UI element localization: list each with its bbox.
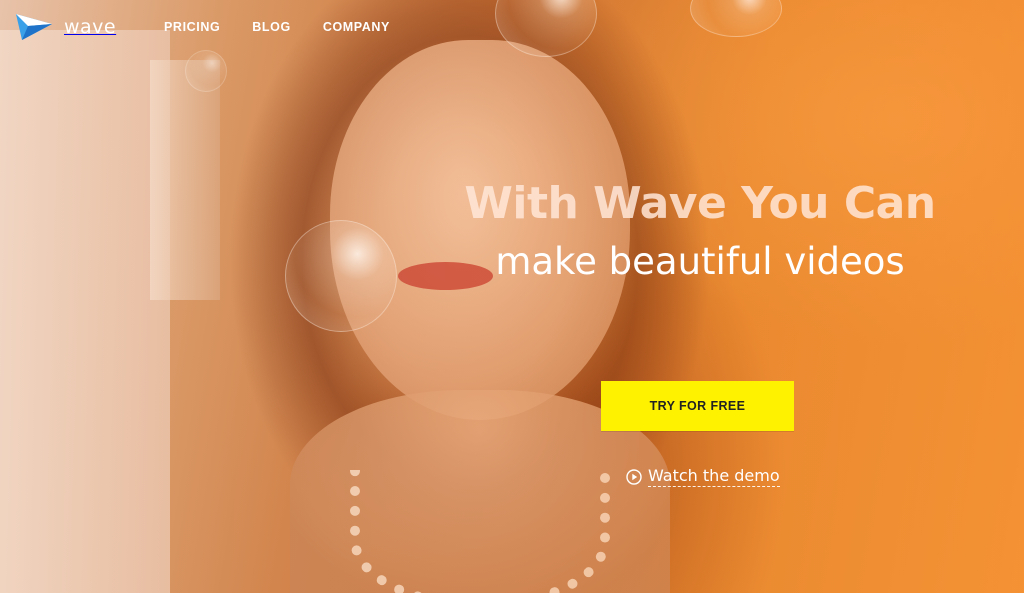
play-circle-icon [626,468,642,485]
brand-logo-link[interactable]: wave [14,10,116,44]
hero-subtitle: make beautiful videos [495,240,905,283]
nav-blog[interactable]: BLOG [252,20,291,34]
hero-headline: With Wave You Can make beautiful videos [440,174,960,288]
hero-background [0,0,1024,593]
watch-demo-label: Watch the demo [648,466,780,487]
top-nav: wave PRICING BLOG COMPANY [0,0,1024,56]
wave-play-logo-icon [16,14,52,40]
nav-pricing[interactable]: PRICING [164,20,220,34]
nav-company[interactable]: COMPANY [323,20,390,34]
watch-demo-link[interactable]: Watch the demo [626,466,780,487]
brand-name: wave [64,16,117,38]
hero-title: With Wave You Can [464,178,936,229]
try-for-free-button[interactable]: TRY FOR FREE [601,381,794,431]
color-overlay [0,0,1024,593]
main-menu: PRICING BLOG COMPANY [164,20,422,34]
